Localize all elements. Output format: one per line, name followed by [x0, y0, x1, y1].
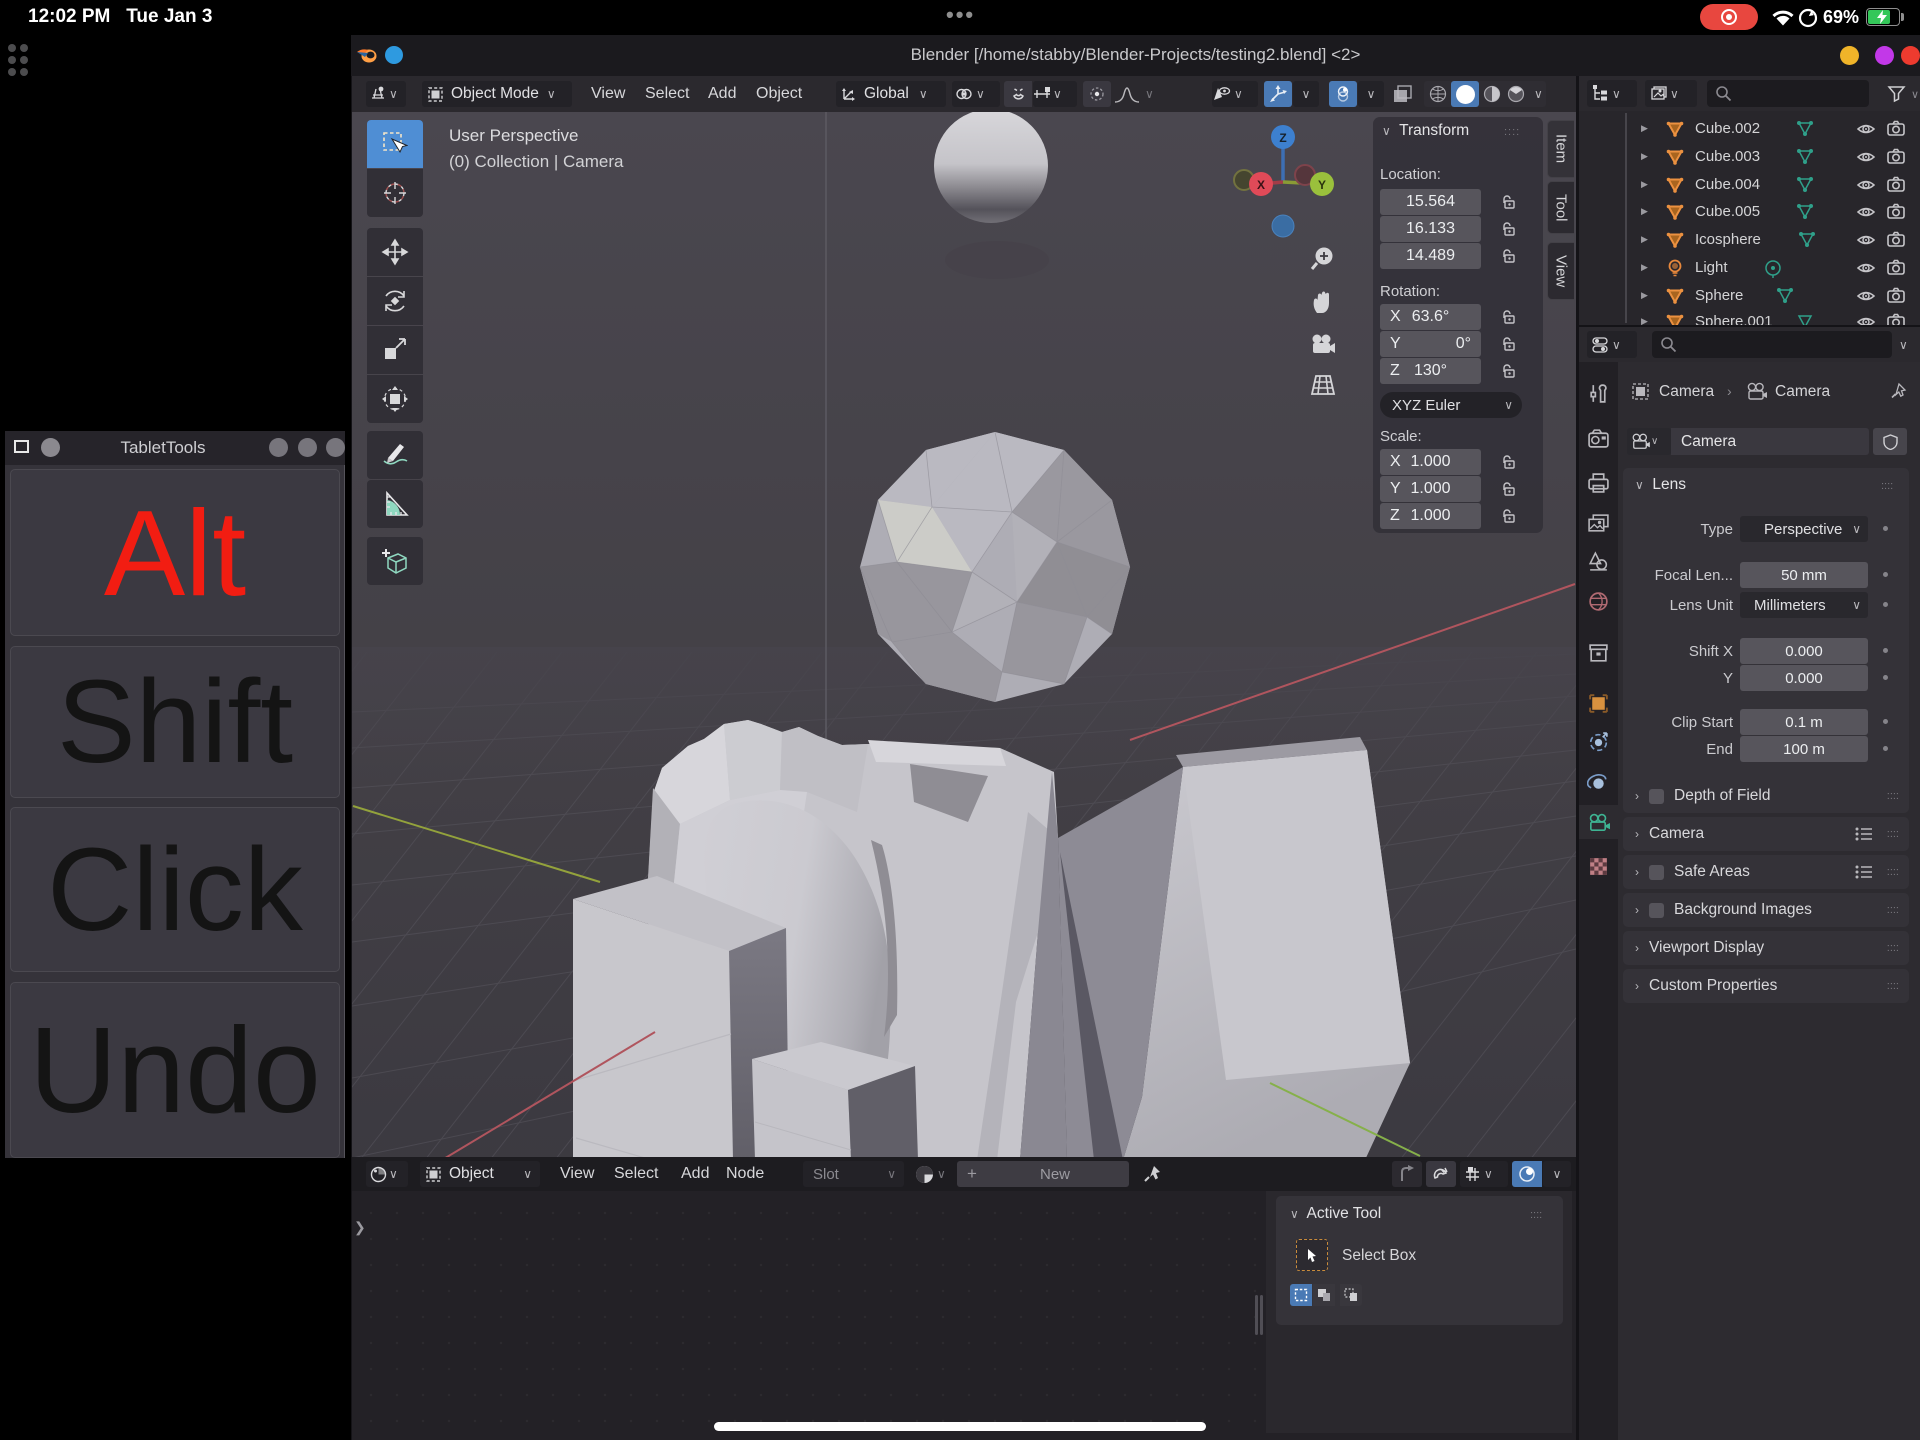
svg-text:Z: Z: [1279, 131, 1286, 145]
svg-text:Y: Y: [1318, 178, 1326, 192]
svg-text:X: X: [1257, 178, 1265, 192]
